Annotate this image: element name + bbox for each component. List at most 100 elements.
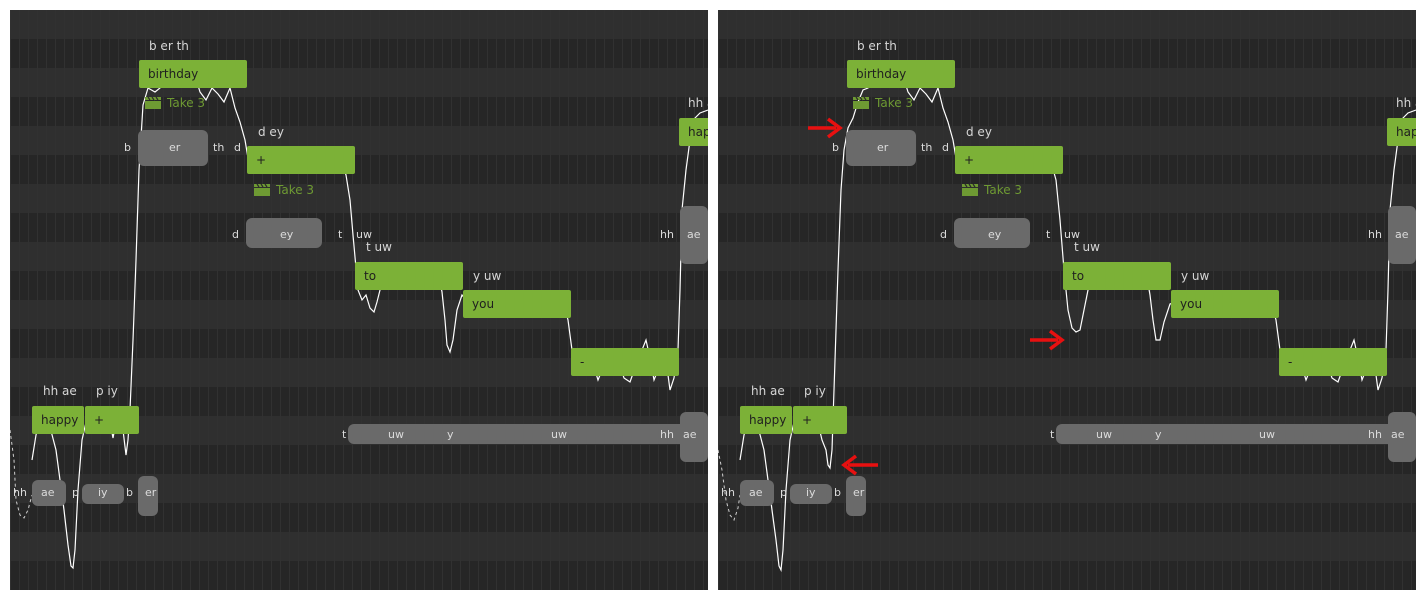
red-arrow-icon bbox=[1030, 329, 1065, 351]
note-label: + bbox=[802, 413, 813, 427]
take-label[interactable]: Take 3 bbox=[254, 183, 314, 197]
note-label: to bbox=[1072, 269, 1085, 283]
waveform-phoneme: uw bbox=[356, 228, 372, 241]
note-label: hap bbox=[1396, 125, 1416, 139]
waveform-phoneme: ae bbox=[41, 486, 55, 499]
clapperboard-icon bbox=[145, 97, 161, 109]
note-hap[interactable]: hap bbox=[1387, 118, 1416, 146]
clapperboard-icon bbox=[962, 184, 978, 196]
waveform-phoneme: y bbox=[1155, 428, 1162, 441]
waveform-phoneme: ae bbox=[683, 428, 697, 441]
pitch-transition-dashed bbox=[718, 449, 741, 522]
take-label[interactable]: Take 3 bbox=[962, 183, 1022, 197]
note-label: - bbox=[1288, 355, 1293, 369]
note-happy[interactable]: happy bbox=[32, 406, 84, 434]
waveform-phoneme: y bbox=[447, 428, 454, 441]
waveform-phoneme: er bbox=[877, 141, 889, 154]
waveform-phoneme: uw bbox=[1259, 428, 1275, 441]
waveform-phoneme: b bbox=[832, 141, 839, 154]
note-dey-plus[interactable]: + bbox=[955, 146, 1063, 174]
note-label: you bbox=[1180, 297, 1203, 311]
waveform-phoneme: ae bbox=[687, 228, 701, 241]
phoneme-label: p iy bbox=[96, 384, 118, 398]
phoneme-label: hh a bbox=[1396, 96, 1416, 110]
waveform-phoneme: hh bbox=[13, 486, 27, 499]
note-to[interactable]: to bbox=[355, 262, 463, 290]
waveform-phoneme: hh bbox=[660, 428, 674, 441]
note-label: birthday bbox=[148, 67, 199, 81]
clapperboard-icon bbox=[853, 97, 869, 109]
take-text: Take 3 bbox=[984, 183, 1023, 197]
take-text: Take 3 bbox=[167, 96, 206, 110]
waveform-phoneme: uw bbox=[388, 428, 404, 441]
waveform-phoneme: hh bbox=[660, 228, 674, 241]
waveform-phoneme: d bbox=[942, 141, 949, 154]
phoneme-label: y uw bbox=[473, 269, 502, 283]
phoneme-label: hh ae bbox=[43, 384, 77, 398]
note-you[interactable]: you bbox=[463, 290, 571, 318]
take-label[interactable]: Take 3 bbox=[853, 96, 913, 110]
waveform-phoneme: d bbox=[940, 228, 947, 241]
note-birthday[interactable]: birthday bbox=[847, 60, 955, 88]
pitch-curve-line[interactable] bbox=[739, 69, 1416, 573]
phoneme-label: t uw bbox=[366, 240, 392, 254]
red-arrow-icon bbox=[841, 454, 878, 476]
waveform-phoneme: er bbox=[145, 486, 157, 499]
phoneme-label: d ey bbox=[258, 125, 284, 139]
waveform-phoneme: er bbox=[853, 486, 865, 499]
note-to[interactable]: to bbox=[1063, 262, 1171, 290]
note-label: to bbox=[364, 269, 377, 283]
phoneme-label: hh a bbox=[688, 96, 708, 110]
waveform-phoneme: p bbox=[780, 486, 787, 499]
note-label: + bbox=[964, 153, 975, 167]
note-label: birthday bbox=[856, 67, 907, 81]
waveform-phoneme: ae bbox=[749, 486, 763, 499]
piano-roll-panel-original[interactable]: happy + birthday + to you - hap hh ae p … bbox=[10, 10, 708, 590]
waveform-phoneme: ey bbox=[988, 228, 1002, 241]
phoneme-label: b er th bbox=[149, 39, 189, 53]
note-hap[interactable]: hap bbox=[679, 118, 708, 146]
phoneme-label: d ey bbox=[966, 125, 992, 139]
phoneme-label: hh ae bbox=[751, 384, 785, 398]
note-label: you bbox=[472, 297, 495, 311]
note-dash[interactable]: - bbox=[1279, 348, 1387, 376]
waveform-phoneme: uw bbox=[1064, 228, 1080, 241]
note-label: happy bbox=[41, 413, 79, 427]
note-you[interactable]: you bbox=[1171, 290, 1279, 318]
pitch-transition-dashed bbox=[10, 429, 33, 519]
waveform-phoneme: b bbox=[834, 486, 841, 499]
waveform-phoneme: d bbox=[232, 228, 239, 241]
take-text: Take 3 bbox=[875, 96, 914, 110]
waveform-phoneme: uw bbox=[551, 428, 567, 441]
note-label: hap bbox=[688, 125, 708, 139]
note-dash[interactable]: - bbox=[571, 348, 679, 376]
note-plus[interactable]: + bbox=[793, 406, 847, 434]
phoneme-label: t uw bbox=[1074, 240, 1100, 254]
waveform-phoneme: b bbox=[126, 486, 133, 499]
note-plus[interactable]: + bbox=[85, 406, 139, 434]
note-label: happy bbox=[749, 413, 787, 427]
phoneme-label: p iy bbox=[804, 384, 826, 398]
waveform-phoneme: hh bbox=[721, 486, 735, 499]
waveform-phoneme: ae bbox=[1391, 428, 1405, 441]
waveform-phoneme: d bbox=[234, 141, 241, 154]
note-dey-plus[interactable]: + bbox=[247, 146, 355, 174]
waveform-phoneme: er bbox=[169, 141, 181, 154]
note-label: + bbox=[256, 153, 267, 167]
piano-roll-panel-annotated[interactable]: happy + birthday + to you - hap hh ae p … bbox=[718, 10, 1416, 590]
waveform-phoneme: t bbox=[1046, 228, 1051, 241]
note-happy[interactable]: happy bbox=[740, 406, 792, 434]
note-birthday[interactable]: birthday bbox=[139, 60, 247, 88]
waveform-phoneme: ae bbox=[1395, 228, 1409, 241]
waveform-phoneme: b bbox=[124, 141, 131, 154]
waveform-phoneme: t bbox=[342, 428, 347, 441]
waveform-phoneme: p bbox=[72, 486, 79, 499]
waveform-phoneme: iy bbox=[806, 486, 816, 499]
phoneme-label: y uw bbox=[1181, 269, 1210, 283]
take-text: Take 3 bbox=[276, 183, 315, 197]
note-label: + bbox=[94, 413, 105, 427]
take-label[interactable]: Take 3 bbox=[145, 96, 205, 110]
waveform-phoneme: uw bbox=[1096, 428, 1112, 441]
waveform-phoneme: iy bbox=[98, 486, 108, 499]
pitch-curve-line[interactable] bbox=[31, 69, 708, 570]
